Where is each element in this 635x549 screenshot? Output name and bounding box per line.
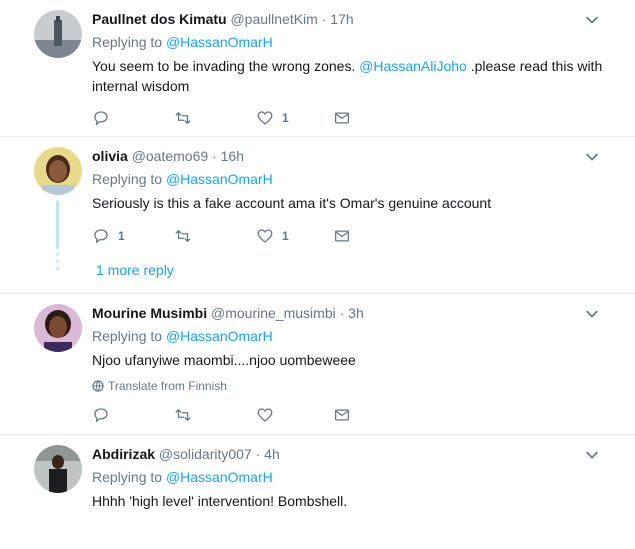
- chevron-down-icon[interactable]: [585, 448, 599, 462]
- like-button[interactable]: [256, 405, 282, 425]
- heart-icon: [257, 111, 273, 125]
- reply-button[interactable]: [92, 108, 118, 128]
- tweet-text-mention[interactable]: @HassanAliJoho: [359, 58, 467, 74]
- envelope-icon: [334, 112, 350, 124]
- reply-count: 1: [118, 229, 125, 243]
- timestamp[interactable]: 3h: [348, 305, 364, 321]
- replying-to-mention[interactable]: @HassanOmarH: [166, 171, 273, 187]
- tweet-header: olivia @oatemo69 · 16h: [92, 147, 615, 165]
- tweet-3[interactable]: Mourine Musimbi @mourine_musimbi · 3h Re…: [0, 294, 635, 435]
- thread-dots: [56, 253, 59, 274]
- avatar-abdirizak[interactable]: [34, 445, 82, 493]
- avatar-olivia[interactable]: [34, 147, 82, 195]
- heart-icon: [257, 408, 273, 422]
- translate-link[interactable]: Translate from Finnish: [92, 378, 615, 394]
- separator-dot: ·: [255, 446, 261, 462]
- replying-to-label: Replying to: [92, 328, 163, 344]
- tweet-text: Njoo ufanyiwe maombi....njoo uombeweee: [92, 352, 356, 368]
- retweet-icon: [175, 230, 191, 242]
- tweet-text: You seem to be invading the wrong zones.…: [92, 56, 615, 96]
- tweet-text: Seriously is this a fake account ama it'…: [92, 195, 492, 211]
- translate-label[interactable]: Translate from Finnish: [108, 378, 227, 394]
- handle[interactable]: @mourine_musimbi: [211, 305, 336, 321]
- globe-icon: [92, 380, 104, 392]
- retweet-button[interactable]: [174, 405, 200, 425]
- retweet-button[interactable]: [174, 108, 200, 128]
- envelope-icon: [334, 409, 350, 421]
- like-count: 1: [282, 229, 289, 243]
- tweet-2[interactable]: olivia @oatemo69 · 16h Replying to @Hass…: [0, 137, 635, 294]
- tweet-4[interactable]: Abdirizak @solidarity007 · 4h Replying t…: [0, 435, 635, 549]
- replying-to-mention[interactable]: @HassanOmarH: [166, 34, 273, 50]
- display-name[interactable]: olivia: [92, 148, 128, 164]
- more-replies-link[interactable]: 1 more reply: [96, 261, 174, 279]
- replying-to: Replying to @HassanOmarH: [92, 170, 615, 188]
- replying-to-label: Replying to: [92, 171, 163, 187]
- tweet-text-before: You seem to be invading the wrong zones.: [92, 58, 356, 74]
- separator-dot: ·: [339, 305, 345, 321]
- display-name[interactable]: Paullnet dos Kimatu: [92, 11, 227, 27]
- retweet-icon: [175, 112, 191, 124]
- reply-icon: [94, 229, 108, 244]
- separator-dot: ·: [321, 11, 327, 27]
- avatar-mourine[interactable]: [34, 304, 82, 352]
- display-name[interactable]: Mourine Musimbi: [92, 305, 207, 321]
- handle[interactable]: @oatemo69: [132, 148, 208, 164]
- replying-to: Replying to @HassanOmarH: [92, 468, 615, 486]
- timestamp[interactable]: 17h: [330, 11, 353, 27]
- separator-dot: ·: [212, 148, 217, 164]
- thread-line: [56, 201, 59, 249]
- replying-to: Replying to @HassanOmarH: [92, 327, 615, 345]
- retweet-button[interactable]: [174, 226, 200, 246]
- tweet-header: Abdirizak @solidarity007 · 4h: [92, 445, 615, 463]
- handle[interactable]: @solidarity007: [159, 446, 252, 462]
- like-button[interactable]: 1: [256, 108, 289, 128]
- handle[interactable]: @paullnetKim: [230, 11, 317, 27]
- tweet-header: Paullnet dos Kimatu @paullnetKim · 17h: [92, 10, 615, 28]
- replying-to-mention[interactable]: @HassanOmarH: [166, 469, 273, 485]
- tweet-text: Hhhh 'high level' intervention! Bombshel…: [92, 493, 348, 509]
- envelope-icon: [334, 230, 350, 242]
- reply-button[interactable]: [92, 405, 118, 425]
- timestamp[interactable]: 16h: [221, 148, 244, 164]
- replying-to-mention[interactable]: @HassanOmarH: [166, 328, 273, 344]
- tweet-1[interactable]: Paullnet dos Kimatu @paullnetKim · 17h R…: [0, 0, 635, 137]
- dm-button[interactable]: [333, 405, 351, 425]
- timestamp[interactable]: 4h: [264, 446, 280, 462]
- chevron-down-icon[interactable]: [585, 307, 599, 321]
- display-name[interactable]: Abdirizak: [92, 446, 155, 462]
- chevron-down-icon[interactable]: [585, 13, 599, 27]
- dm-button[interactable]: [333, 108, 351, 128]
- replying-to-label: Replying to: [92, 469, 163, 485]
- replying-to: Replying to @HassanOmarH: [92, 33, 615, 51]
- reply-button[interactable]: 1: [92, 226, 125, 246]
- dm-button[interactable]: [333, 226, 351, 246]
- reply-icon: [94, 408, 108, 423]
- avatar-paullnet[interactable]: [34, 10, 82, 58]
- like-button[interactable]: 1: [256, 226, 289, 246]
- heart-icon: [257, 229, 273, 243]
- chevron-down-icon[interactable]: [585, 150, 599, 164]
- like-count: 1: [282, 111, 289, 125]
- reply-icon: [94, 111, 108, 126]
- tweet-header: Mourine Musimbi @mourine_musimbi · 3h: [92, 304, 615, 322]
- retweet-icon: [175, 409, 191, 421]
- replying-to-label: Replying to: [92, 34, 163, 50]
